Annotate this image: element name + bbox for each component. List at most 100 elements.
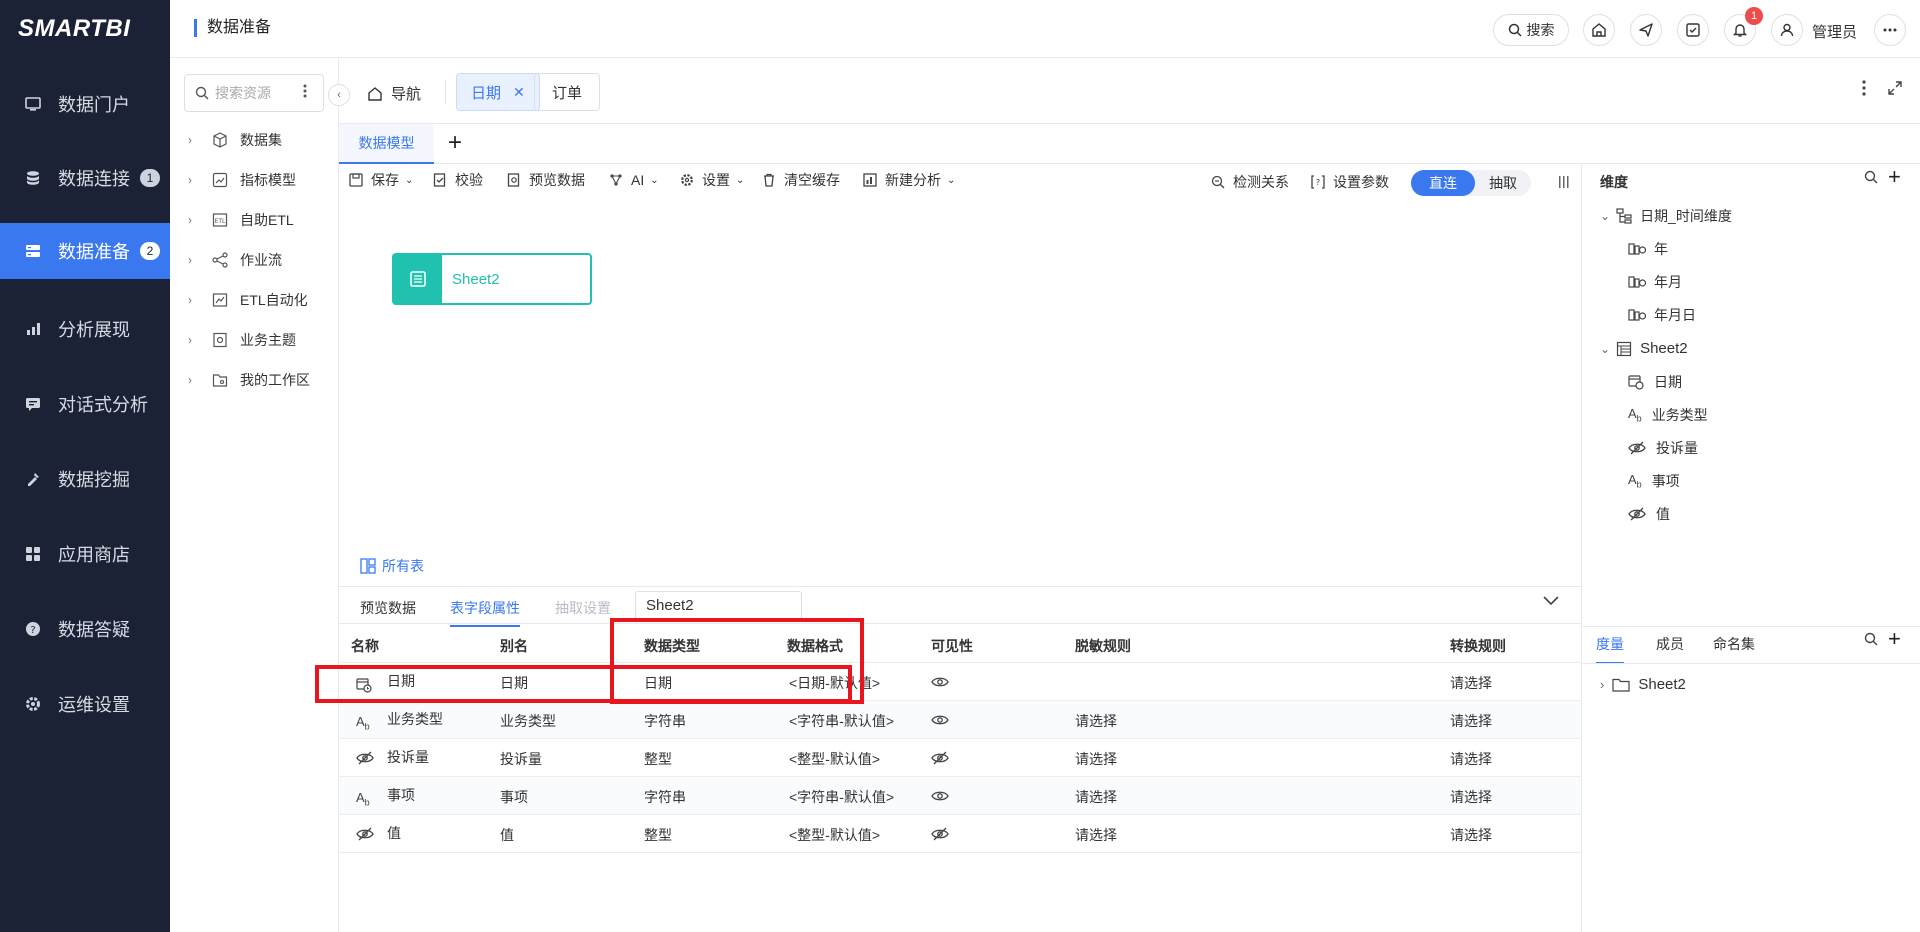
table-row[interactable]: Ab 业务类型 业务类型 字符串 <字符串-默认值> 请选择 请选择 [339, 701, 1581, 739]
direct-mode-option[interactable]: 直连 [1411, 170, 1475, 196]
tab-data-model[interactable]: 数据模型 [339, 124, 434, 164]
eye-icon[interactable] [931, 714, 949, 726]
tree-item-self-etl[interactable]: › ETL 自助ETL [188, 208, 294, 232]
columns-icon[interactable] [1559, 176, 1569, 188]
field-format[interactable]: <整型-默认值> [789, 749, 880, 769]
nav-item-data-mining[interactable]: 数据挖掘 [0, 449, 170, 509]
tree-item-time-dimension[interactable]: ⌄ 日期_时间维度 [1600, 206, 1732, 226]
nav-item-data-qa[interactable]: ? 数据答疑 [0, 599, 170, 659]
tab-extract-settings[interactable]: 抽取设置 [555, 598, 611, 618]
nav-item-data-portal[interactable]: 数据门户 [0, 74, 170, 134]
field-convert[interactable]: 请选择 [1450, 787, 1492, 807]
close-icon[interactable]: ✕ [513, 84, 525, 101]
clear-cache-button[interactable]: 清空缓存 [762, 170, 840, 190]
nav-item-conversational-analysis[interactable]: 对话式分析 [0, 374, 170, 434]
fullscreen-icon[interactable] [1887, 80, 1903, 96]
tree-item-field-business-type[interactable]: Ab 业务类型 [1628, 405, 1708, 425]
task-button[interactable] [1677, 14, 1709, 46]
tab-date[interactable]: 日期 ✕ [456, 73, 540, 111]
home-button[interactable] [1583, 14, 1615, 46]
tree-item-year-month-day[interactable]: 年月日 [1628, 305, 1696, 325]
table-row[interactable]: 投诉量 投诉量 整型 <整型-默认值> 请选择 请选择 [339, 739, 1581, 777]
search-button[interactable]: 搜索 [1493, 14, 1569, 46]
field-mask[interactable]: 请选择 [1075, 711, 1117, 731]
nav-item-data-connection[interactable]: 数据连接 1 [0, 148, 170, 208]
search-icon[interactable] [1864, 170, 1878, 184]
add-tab-button[interactable]: + [448, 129, 462, 157]
nav-item-ops-settings[interactable]: 运维设置 [0, 674, 170, 734]
tree-item-measure-folder[interactable]: › Sheet2 [1600, 676, 1686, 693]
field-alias[interactable]: 投诉量 [500, 749, 542, 769]
tree-item-workflow[interactable]: › 作业流 [188, 248, 282, 272]
tab-navigation[interactable]: 导航 [367, 83, 421, 104]
add-measure-button[interactable]: + [1888, 626, 1901, 652]
field-convert[interactable]: 请选择 [1450, 711, 1492, 731]
tree-item-etl-automation[interactable]: › ETL自动化 [188, 288, 308, 312]
tab-named-sets[interactable]: 命名集 [1713, 634, 1755, 654]
tree-item-metric-model[interactable]: › 指标模型 [188, 168, 296, 192]
all-tables-button[interactable]: 所有表 [360, 556, 424, 576]
save-button[interactable]: 保存 ⌄ [349, 170, 413, 190]
eye-off-icon[interactable] [931, 751, 949, 765]
field-mask[interactable]: 请选择 [1075, 749, 1117, 769]
ai-button[interactable]: AI ⌄ [609, 170, 659, 190]
user-avatar[interactable] [1771, 14, 1803, 46]
tab-order[interactable]: 订单 [534, 73, 600, 111]
set-params-button[interactable]: ? 设置参数 [1311, 172, 1389, 192]
table-row[interactable]: Ab 事项 事项 字符串 <字符串-默认值> 请选择 请选择 [339, 777, 1581, 815]
detect-relation-button[interactable]: 检测关系 [1211, 172, 1289, 192]
field-convert[interactable]: 请选择 [1450, 749, 1492, 769]
tree-item-field-matter[interactable]: Ab 事项 [1628, 471, 1680, 491]
extract-mode-option[interactable]: 抽取 [1475, 170, 1531, 196]
tree-item-business-theme[interactable]: › 业务主题 [188, 328, 296, 352]
field-mask[interactable]: 请选择 [1075, 787, 1117, 807]
tabs-more-icon[interactable] [1862, 79, 1866, 97]
field-alias[interactable]: 事项 [500, 787, 528, 807]
search-icon[interactable] [1864, 632, 1878, 646]
tab-measures[interactable]: 度量 [1596, 634, 1624, 664]
field-format[interactable]: <字符串-默认值> [789, 787, 894, 807]
eye-off-icon[interactable] [931, 827, 949, 841]
tree-item-dataset[interactable]: › 数据集 [188, 128, 282, 152]
mode-toggle[interactable]: 直连 抽取 [1411, 170, 1531, 196]
tree-item-year[interactable]: 年 [1628, 239, 1668, 259]
table-node-sheet2[interactable]: Sheet2 [392, 253, 592, 305]
tab-preview-data[interactable]: 预览数据 [360, 598, 416, 618]
nav-item-app-store[interactable]: 应用商店 [0, 524, 170, 584]
nav-item-analysis[interactable]: 分析展现 [0, 299, 170, 359]
tab-members[interactable]: 成员 [1656, 634, 1684, 654]
tree-item-my-workspace[interactable]: › 我的工作区 [188, 368, 310, 392]
tree-item-field-date[interactable]: 日期 [1628, 372, 1682, 392]
new-analysis-button[interactable]: 新建分析 ⌄ [863, 170, 955, 190]
nav-item-data-preparation[interactable]: 数据准备 2 [0, 223, 170, 279]
resource-menu-icon[interactable] [303, 83, 307, 99]
field-type[interactable]: 整型 [644, 749, 672, 769]
validate-button[interactable]: 校验 [433, 170, 483, 190]
add-dimension-button[interactable]: + [1888, 164, 1901, 190]
send-button[interactable] [1630, 14, 1662, 46]
field-convert[interactable]: 请选择 [1450, 825, 1492, 845]
tree-item-year-month[interactable]: 年月 [1628, 272, 1682, 292]
user-name[interactable]: 管理员 [1812, 21, 1857, 42]
field-type[interactable]: 字符串 [644, 711, 686, 731]
preview-data-button[interactable]: 预览数据 [507, 170, 585, 190]
table-row[interactable]: 值 值 整型 <整型-默认值> 请选择 请选择 [339, 815, 1581, 853]
field-alias[interactable]: 值 [500, 825, 514, 845]
eye-icon[interactable] [931, 790, 949, 802]
tab-field-properties[interactable]: 表字段属性 [450, 598, 520, 627]
smartbi-logo[interactable]: SMARTBI [0, 0, 170, 58]
collapse-chevron-icon[interactable] [1543, 596, 1559, 606]
settings-button[interactable]: 设置 ⌄ [680, 170, 744, 190]
eye-icon[interactable] [931, 676, 949, 688]
field-type[interactable]: 字符串 [644, 787, 686, 807]
tree-item-field-complaints[interactable]: 投诉量 [1628, 438, 1698, 458]
notification-button[interactable]: 1 [1724, 7, 1763, 46]
field-alias[interactable]: 业务类型 [500, 711, 556, 731]
tree-item-field-value[interactable]: 值 [1628, 504, 1670, 524]
field-convert[interactable]: 请选择 [1450, 673, 1492, 693]
field-format[interactable]: <整型-默认值> [789, 825, 880, 845]
tree-item-sheet2[interactable]: ⌄ Sheet2 [1600, 340, 1688, 357]
table-select[interactable]: Sheet2 [635, 591, 802, 621]
field-type[interactable]: 整型 [644, 825, 672, 845]
more-button[interactable] [1874, 14, 1906, 46]
